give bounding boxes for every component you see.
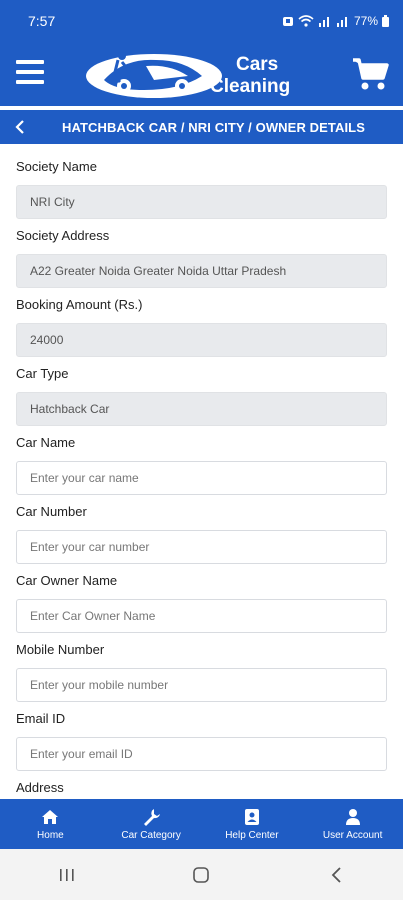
owner-name-label: Car Owner Name (16, 573, 118, 588)
mobile-input[interactable] (30, 669, 386, 701)
alarm-icon (282, 17, 293, 26)
society-address-value: A22 Greater Noida Greater Noida Uttar Pr… (30, 264, 287, 278)
address-label: Address (16, 780, 64, 795)
society-address-label: Society Address (16, 228, 110, 243)
nav-user-account[interactable]: User Account (303, 808, 403, 841)
email-label: Email ID (16, 711, 66, 726)
status-bar: 7:57 77% (0, 0, 403, 42)
society-name-value: NRI City (30, 195, 75, 209)
nav-home[interactable]: Home (0, 808, 100, 841)
brand-line2: Cleaning (210, 76, 290, 97)
booking-amount-value: 24000 (30, 333, 64, 347)
society-name-label: Society Name (16, 159, 97, 174)
app-bar: Cars Cleaning (0, 42, 403, 106)
system-nav-bar (0, 849, 403, 900)
signal-icon (318, 17, 329, 27)
contact-book-icon (244, 808, 259, 825)
back-button[interactable] (0, 110, 40, 144)
breadcrumb: HATCHBACK CAR / NRI CITY / OWNER DETAILS (0, 110, 403, 144)
car-name-field (16, 461, 387, 495)
car-number-input[interactable] (30, 531, 386, 563)
signal-icon-2 (336, 17, 347, 27)
society-address-field: A22 Greater Noida Greater Noida Uttar Pr… (16, 254, 387, 288)
nav-help-center-label: Help Center (225, 829, 279, 841)
menu-icon[interactable] (16, 60, 44, 84)
battery-icon (382, 15, 389, 27)
nav-help-center[interactable]: Help Center (202, 808, 302, 841)
society-name-field: NRI City (16, 185, 387, 219)
brand-line1: Cars (236, 54, 278, 75)
breadcrumb-text: HATCHBACK CAR / NRI CITY / OWNER DETAILS (62, 119, 365, 135)
status-icons: 77% (282, 14, 389, 28)
booking-amount-field: 24000 (16, 323, 387, 357)
mobile-label: Mobile Number (16, 642, 105, 657)
owner-details-form: Society Name NRI City Society Address A2… (0, 144, 403, 840)
recent-apps-icon (60, 868, 74, 881)
car-number-label: Car Number (16, 504, 87, 519)
nav-car-category-label: Car Category (121, 829, 181, 841)
nav-user-account-label: User Account (322, 829, 383, 841)
home-button[interactable] (181, 855, 221, 895)
battery-percent: 77% (353, 14, 378, 28)
nav-car-category[interactable]: Car Category (101, 808, 201, 841)
car-name-input[interactable] (30, 462, 386, 494)
owner-name-input[interactable] (30, 600, 386, 632)
car-type-field: Hatchback Car (16, 392, 387, 426)
system-back-button[interactable] (316, 855, 356, 895)
home-icon (42, 809, 59, 824)
booking-amount-label: Booking Amount (Rs.) (16, 297, 143, 312)
cars-cleaning-logo: Cars Cleaning (86, 52, 290, 98)
car-number-field (16, 530, 387, 564)
email-field (16, 737, 387, 771)
email-input[interactable] (30, 738, 386, 770)
owner-name-field (16, 599, 387, 633)
back-chevron-icon (331, 866, 341, 883)
wrench-icon (144, 808, 161, 826)
car-type-label: Car Type (16, 366, 69, 381)
mobile-field (16, 668, 387, 702)
user-icon (345, 808, 360, 825)
chevron-left-icon (15, 120, 24, 134)
car-name-label: Car Name (16, 435, 76, 450)
nav-home-label: Home (37, 829, 64, 841)
status-time: 7:57 (28, 13, 56, 29)
cart-icon[interactable] (351, 56, 389, 92)
car-type-value: Hatchback Car (30, 402, 110, 416)
wifi-icon (298, 15, 314, 27)
bottom-nav: Home Car Category Help Center User Accou… (0, 799, 403, 849)
recent-apps-button[interactable] (47, 855, 87, 895)
home-circle-icon (193, 866, 210, 883)
